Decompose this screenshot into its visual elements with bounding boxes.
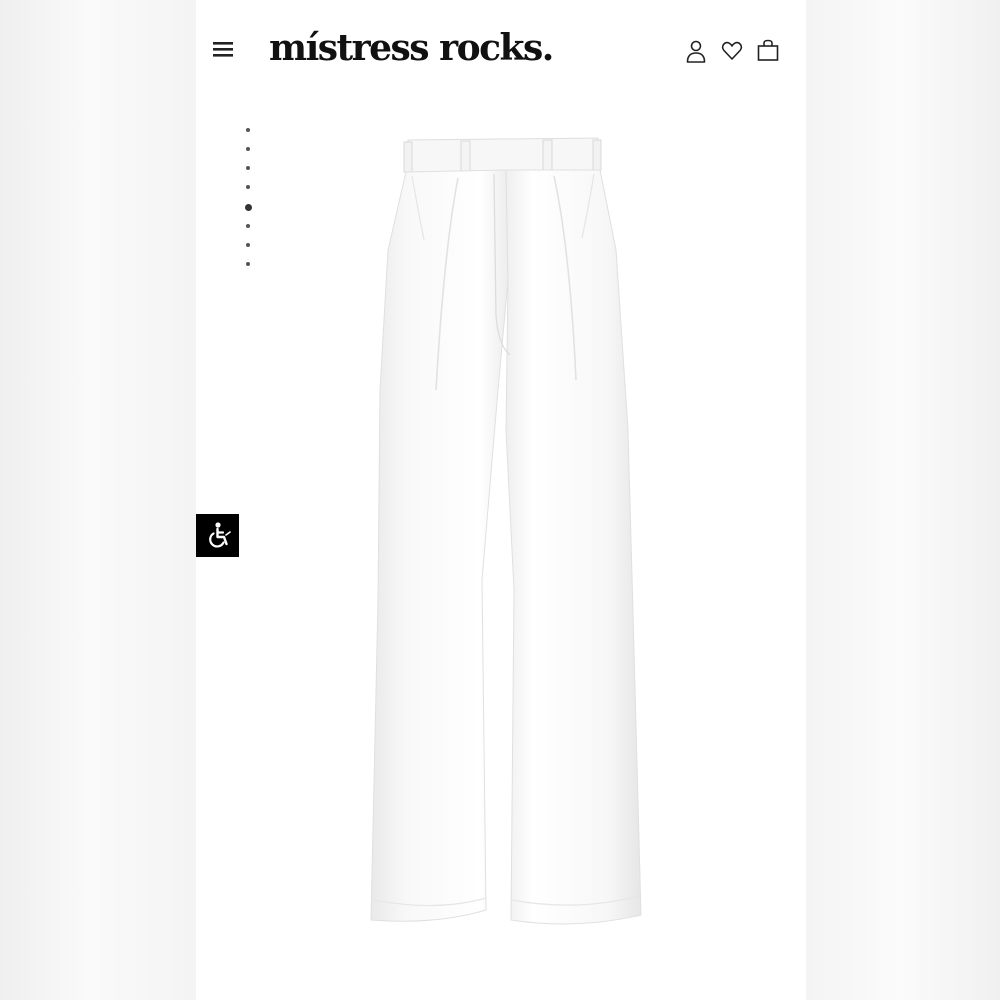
gallery-dot[interactable] [246, 262, 250, 266]
gallery-pagination [243, 128, 253, 281]
gallery-dot[interactable] [246, 243, 250, 247]
shopping-bag-icon[interactable] [756, 38, 780, 64]
product-page: místress rocks. [196, 0, 806, 1000]
white-trousers-image [370, 137, 642, 925]
gallery-dot[interactable] [246, 224, 250, 228]
gallery-dot[interactable] [246, 166, 250, 170]
gallery-dot[interactable] [246, 185, 250, 189]
heart-icon[interactable] [720, 38, 744, 64]
hamburger-menu-icon[interactable] [210, 36, 236, 62]
site-logo[interactable]: místress rocks. [269, 24, 554, 72]
gallery-dot[interactable] [246, 128, 250, 132]
site-header: místress rocks. [196, 0, 806, 100]
wheelchair-accessibility-icon[interactable] [196, 514, 239, 557]
gallery-dot-active[interactable] [244, 204, 252, 211]
gallery-dot[interactable] [246, 147, 250, 151]
user-icon[interactable] [684, 38, 708, 64]
product-image[interactable] [366, 130, 656, 960]
header-actions [684, 38, 780, 64]
